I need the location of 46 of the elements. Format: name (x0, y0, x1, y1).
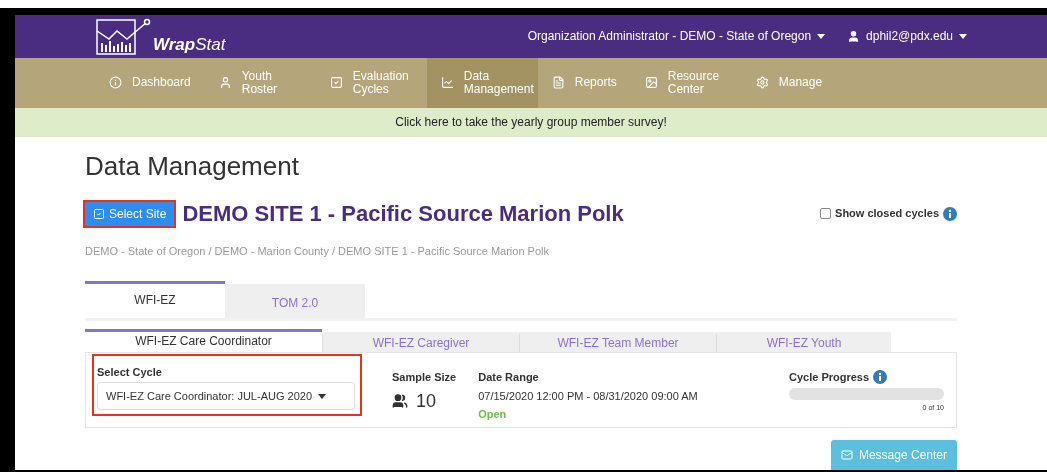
line-chart-icon (440, 76, 454, 90)
field-label: Sample Size (392, 370, 457, 385)
users-icon (392, 393, 408, 409)
user-icon (218, 76, 232, 90)
info-icon (109, 76, 122, 90)
logo-text: WrapStat (153, 36, 226, 54)
breadcrumb: DEMO - State of Oregon / DEMO - Marion County / DEMO SITE 1 - Pacific Source Marion Polk (85, 243, 550, 259)
field-label: Select Cycle (97, 366, 163, 378)
select-site-button[interactable]: Select Site (85, 201, 175, 226)
caret-icon (817, 33, 826, 39)
sub-tab[interactable]: WFI-EZ Caregiver (322, 332, 519, 352)
sample-size-value: 10 (416, 389, 437, 413)
nav-item[interactable]: Dashboard (95, 57, 205, 109)
nav-item[interactable]: Data Management (426, 57, 538, 109)
nav-item[interactable]: Evaluation Cycles (315, 57, 427, 109)
image-icon (644, 76, 658, 90)
info-icon[interactable] (943, 206, 957, 221)
sub-tab[interactable]: WFI-EZ Team Member (519, 332, 716, 352)
checkbox[interactable] (820, 208, 832, 219)
survey-banner[interactable]: Click here to take the yearly group member survey! (15, 108, 1047, 137)
checkbox-icon (93, 207, 105, 220)
nav-item[interactable]: Manage (741, 57, 837, 109)
document-icon (551, 76, 565, 90)
date-range-value: 07/15/2020 12:00 PM - 08/31/2020 09:00 AM (478, 388, 698, 404)
page-title: Data Management (85, 150, 300, 181)
tab[interactable]: TOM 2.0 (225, 284, 365, 318)
cycle-select[interactable]: WFI-EZ Care Coordinator: JUL-AUG 2020 (97, 382, 355, 410)
nav-item[interactable]: Resource Center (630, 57, 742, 109)
field-label: Cycle Progress (789, 370, 870, 385)
nav-item[interactable]: Youth Roster (204, 57, 316, 109)
checkbox-label: Show closed cycles (835, 206, 939, 222)
user-menu[interactable]: dphil2@pdx.edu (847, 27, 967, 46)
site-title: DEMO SITE 1 - Pacific Source Marion Polk (182, 200, 624, 227)
caret-icon (318, 393, 326, 399)
user-icon (847, 29, 861, 43)
info-icon[interactable] (873, 370, 888, 385)
caret-icon (959, 33, 967, 39)
organization-menu[interactable]: Organization Administrator - DEMO - State of Oregon (527, 27, 826, 46)
nav-item[interactable]: Reports (537, 57, 631, 109)
mail-icon (840, 449, 853, 461)
message-center-button[interactable]: Message Center (830, 440, 957, 470)
checkbox-icon (329, 76, 343, 90)
field-label: Date Range (478, 370, 540, 385)
settings-icon (755, 76, 769, 90)
sub-tab[interactable]: WFI-EZ Youth (716, 332, 891, 352)
status-text: Open (478, 407, 508, 422)
